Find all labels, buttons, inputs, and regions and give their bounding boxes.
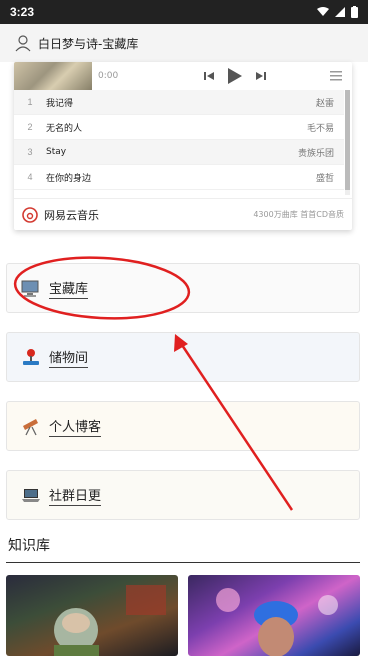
treasure-label: 宝藏库: [49, 278, 89, 299]
track-number: 4: [27, 172, 33, 182]
music-tagline: 4300万曲库 首首CD音质: [253, 210, 344, 219]
album-art: [14, 62, 92, 90]
knowledge-card-image[interactable]: [188, 575, 360, 656]
track-song: Stay: [46, 147, 67, 157]
daily-button[interactable]: 社群日更: [6, 470, 360, 520]
player-controls-row: 0:00: [14, 62, 352, 90]
daily-label: 社群日更: [49, 485, 102, 506]
track-row[interactable]: 3 Stay 贵族乐团: [14, 140, 344, 165]
track-number: 2: [27, 122, 33, 132]
status-icons: [317, 6, 358, 18]
track-row[interactable]: 4 在你的身边 盛哲: [14, 165, 344, 190]
track-number: 1: [27, 97, 33, 107]
section-divider: [6, 562, 360, 563]
music-brand: 网易云音乐: [44, 208, 99, 222]
page-title: 白日梦与诗-宝藏库: [38, 36, 139, 51]
app-screen: 3:23 白日梦与诗-宝藏库 0:00 1 我记得 赵雷 2 无名的人 毛不易 …: [0, 0, 368, 656]
track-number: 3: [27, 147, 33, 157]
track-artist: 贵族乐团: [297, 148, 334, 159]
track-artist: 盛哲: [315, 173, 334, 184]
track-row[interactable]: 2 无名的人 毛不易: [14, 115, 344, 140]
blog-button[interactable]: 个人博客: [6, 401, 360, 451]
track-song: 我记得: [46, 98, 74, 109]
storage-button[interactable]: 储物间: [6, 332, 360, 382]
netease-music-icon: [22, 206, 38, 223]
treasure-button[interactable]: 宝藏库: [6, 263, 360, 313]
telescope-icon: [23, 419, 38, 436]
toy-figure-image: [54, 585, 166, 656]
computer-icon: [21, 280, 39, 297]
cyber-girl-image: [216, 588, 338, 656]
track-song: 在你的身边: [46, 173, 92, 184]
player-footer[interactable]: 网易云音乐 4300万曲库 首首CD音质: [14, 198, 352, 230]
play-time: 0:00: [98, 71, 119, 81]
next-icon[interactable]: [256, 71, 267, 81]
music-player: 0:00 1 我记得 赵雷 2 无名的人 毛不易 3 Stay 贵族乐团 4 在…: [14, 62, 352, 230]
playback-controls: [204, 68, 267, 84]
track-artist: 毛不易: [306, 123, 334, 134]
playlist-scrollbar[interactable]: [345, 90, 350, 195]
track-row[interactable]: 1 我记得 赵雷: [14, 90, 344, 115]
blog-label: 个人博客: [49, 416, 102, 437]
joystick-icon: [23, 349, 39, 365]
track-list: 1 我记得 赵雷 2 无名的人 毛不易 3 Stay 贵族乐团 4 在你的身边 …: [14, 90, 344, 190]
status-bar: 3:23: [0, 0, 368, 24]
track-song: 无名的人: [46, 123, 83, 134]
knowledge-card-image[interactable]: [6, 575, 178, 656]
previous-icon[interactable]: [204, 71, 215, 81]
wifi-icon: [317, 7, 329, 16]
signal-icon: [335, 7, 345, 17]
scrollbar-thumb[interactable]: [345, 90, 350, 190]
storage-label: 储物间: [49, 347, 89, 368]
battery-icon: [351, 6, 358, 18]
play-icon[interactable]: [228, 68, 243, 84]
laptop-icon: [22, 489, 40, 502]
status-time: 3:23: [10, 5, 35, 19]
playlist-icon[interactable]: [330, 71, 342, 81]
top-bar: 白日梦与诗-宝藏库: [0, 24, 368, 62]
track-artist: 赵雷: [315, 98, 334, 109]
section-title: 知识库: [8, 538, 50, 554]
avatar-icon[interactable]: [14, 34, 32, 52]
